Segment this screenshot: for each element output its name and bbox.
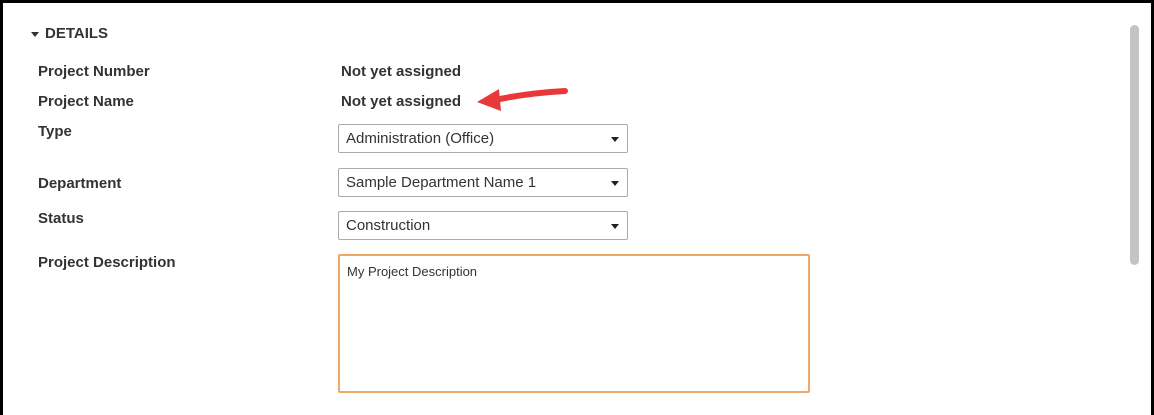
dropdown-arrow-icon [611,137,619,142]
project-name-value: Not yet assigned [341,93,462,110]
department-label: Department [38,175,122,192]
project-description-textarea[interactable]: My Project Description [338,254,810,393]
project-number-value: Not yet assigned [341,63,462,80]
dropdown-arrow-icon [611,181,619,186]
type-label: Type [38,123,72,140]
status-select-value: Construction [346,217,431,234]
status-label: Status [38,210,84,227]
section-title: DETAILS [45,25,109,42]
status-select[interactable]: Construction [338,211,628,240]
details-section-toggle[interactable]: DETAILS [31,25,108,42]
red-arrow-icon [477,88,568,111]
project-name-label: Project Name [38,93,134,110]
department-select[interactable]: Sample Department Name 1 [338,168,628,197]
project-number-label: Project Number [38,63,150,80]
scrollbar-thumb[interactable] [1130,25,1139,265]
dropdown-arrow-icon [611,224,619,229]
department-select-value: Sample Department Name 1 [346,174,537,191]
project-description-label: Project Description [38,254,176,271]
details-panel: DETAILS Project Number Not yet assigned … [0,0,1154,415]
caret-down-icon [31,31,39,37]
type-select[interactable]: Administration (Office) [338,124,628,153]
type-select-value: Administration (Office) [346,130,495,147]
